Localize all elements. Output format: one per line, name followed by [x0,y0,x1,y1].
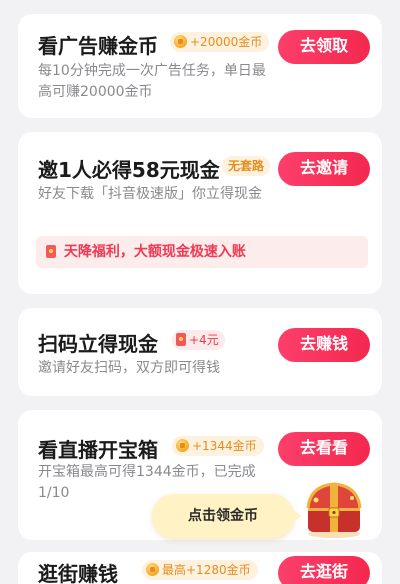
task-card-invite: 邀1人必得58元现金 无套路 好友下载「抖音极速版」你立得现金 去邀请 天降福利… [18,132,382,294]
red-packet-icon [46,245,56,258]
task-card-ad: 看广告赚金币 +20000金币 每10分钟完成一次广告任务，单日最高可赚2000… [18,14,382,118]
task-description: 每10分钟完成一次广告任务，单日最高可赚20000金币 [38,63,266,100]
task-title: 扫码立得现金 [38,332,158,356]
no-strings-badge: 无套路 [222,156,271,176]
promo-banner: 天降福利，大额现金极速入账 [36,236,368,268]
watch-button[interactable]: 去看看 [278,432,370,466]
reward-badge-label: +1344金币 [192,439,257,453]
coin-icon [176,439,189,452]
red-packet-icon [176,333,186,346]
task-description: 好友下载「抖音极速版」你立得现金 [38,186,262,202]
task-title: 邀1人必得58元现金 [38,158,220,182]
coin-icon [174,35,187,48]
task-card-scan: 扫码立得现金 +4元 邀请好友扫码，双方即可得钱 去赚钱 [18,308,382,396]
task-description: 邀请好友扫码，双方即可得钱 [38,360,220,376]
reward-badge: +20000金币 [170,32,270,52]
coin-icon [146,563,159,576]
claim-coins-popup[interactable]: 点击领金币 [152,494,302,538]
reward-badge: 最高+1280金币 [142,560,258,580]
treasure-chest-icon[interactable] [300,478,368,540]
task-title: 看广告赚金币 [38,34,158,58]
promo-text: 天降福利，大额现金极速入账 [63,244,246,260]
reward-badge: +4元 [172,330,225,350]
reward-badge-label: 最高+1280金币 [162,563,251,577]
earn-button[interactable]: 去赚钱 [278,328,370,362]
reward-badge-label: +20000金币 [190,35,263,49]
task-title: 看直播开宝箱 [38,438,158,462]
task-card-shopping: 逛街赚钱 最高+1280金币 去逛街 [18,552,382,584]
invite-button[interactable]: 去邀请 [278,152,370,186]
task-title: 逛街赚钱 [38,562,118,584]
reward-badge-label: +4元 [189,333,219,347]
reward-badge: +1344金币 [172,436,264,456]
shop-button[interactable]: 去逛街 [278,556,370,584]
claim-button[interactable]: 去领取 [278,30,370,64]
